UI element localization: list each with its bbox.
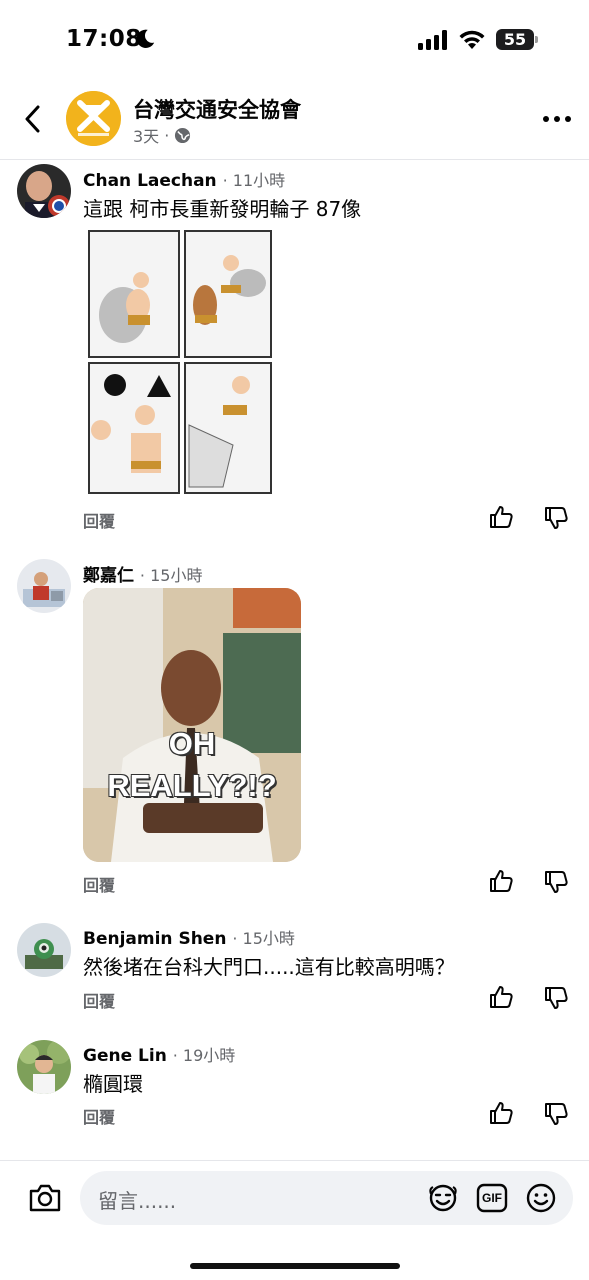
comment-author[interactable]: Gene Lin · 19小時 bbox=[83, 1042, 235, 1066]
more-options-icon[interactable] bbox=[542, 114, 572, 124]
page-avatar[interactable] bbox=[66, 91, 121, 146]
comment-time: 19小時 bbox=[182, 1046, 236, 1065]
comment-author[interactable]: 鄭嘉仁 · 15小時 bbox=[83, 561, 202, 586]
battery-level: 55 bbox=[496, 29, 534, 50]
avatar[interactable] bbox=[17, 164, 71, 218]
dislike-icon[interactable] bbox=[543, 985, 569, 1011]
post-age: 3天 bbox=[133, 127, 160, 146]
back-arrow-icon[interactable] bbox=[20, 102, 48, 136]
comment-input[interactable]: 留言...... GIF bbox=[80, 1171, 573, 1225]
like-icon[interactable] bbox=[488, 1100, 514, 1126]
battery-indicator: 55 bbox=[496, 29, 538, 50]
moon-icon bbox=[136, 29, 155, 48]
comment-time: 11小時 bbox=[232, 171, 286, 190]
comment-time: 15小時 bbox=[242, 929, 295, 948]
reply-button[interactable]: 回覆 bbox=[83, 872, 115, 896]
home-indicator bbox=[190, 1263, 400, 1269]
gif-button[interactable]: GIF bbox=[476, 1183, 508, 1213]
dislike-icon[interactable] bbox=[543, 1101, 569, 1127]
status-bar: 17:08 55 bbox=[0, 0, 589, 80]
like-icon[interactable] bbox=[488, 984, 514, 1010]
comment-author[interactable]: Benjamin Shen · 15小時 bbox=[83, 925, 295, 949]
post-header: 台灣交通安全協會 3天 · bbox=[0, 80, 589, 160]
reply-button[interactable]: 回覆 bbox=[83, 508, 115, 532]
reply-button[interactable]: 回覆 bbox=[83, 988, 115, 1012]
avatar[interactable] bbox=[17, 1040, 71, 1094]
avatar[interactable] bbox=[17, 559, 71, 613]
post-meta: 3天 · bbox=[133, 123, 191, 147]
like-icon[interactable] bbox=[488, 868, 514, 894]
emoji-icon[interactable] bbox=[525, 1182, 557, 1214]
gif-caption-line2: REALLY?!? bbox=[107, 768, 277, 803]
comment-placeholder: 留言...... bbox=[98, 1189, 177, 1213]
comment-composer: 留言...... GIF bbox=[0, 1160, 589, 1280]
comment-gif[interactable]: OH REALLY?!? bbox=[83, 588, 301, 862]
dislike-icon[interactable] bbox=[543, 869, 569, 895]
avatar[interactable] bbox=[17, 923, 71, 977]
comment-time: 15小時 bbox=[150, 566, 203, 585]
avatar-sticker-icon[interactable] bbox=[426, 1183, 460, 1213]
page-logo-icon bbox=[66, 91, 121, 146]
wifi-icon bbox=[459, 30, 485, 49]
like-icon[interactable] bbox=[488, 504, 514, 530]
dislike-icon[interactable] bbox=[543, 505, 569, 531]
gif-caption-line1: OH bbox=[168, 726, 216, 761]
gif-image bbox=[83, 588, 301, 862]
camera-icon[interactable] bbox=[28, 1183, 62, 1213]
comment-text: 然後堵在台科大門口.....這有比較高明嗎？ bbox=[83, 955, 455, 979]
comment-text: 橢圓環 bbox=[83, 1072, 143, 1096]
page-title[interactable]: 台灣交通安全協會 bbox=[133, 94, 301, 124]
reply-button[interactable]: 回覆 bbox=[83, 1104, 115, 1128]
cellular-signal-icon bbox=[418, 30, 447, 50]
meta-separator: · bbox=[164, 125, 170, 145]
comment-image[interactable] bbox=[83, 225, 275, 497]
comment-author[interactable]: Chan Laechan · 11小時 bbox=[83, 167, 285, 191]
globe-icon bbox=[175, 127, 191, 143]
comment-text: 這跟 柯市長重新發明輪子 87像 bbox=[83, 197, 362, 221]
comic-strip-image bbox=[83, 225, 275, 497]
status-time: 17:08 bbox=[66, 26, 142, 52]
gif-label: GIF bbox=[482, 1191, 502, 1205]
